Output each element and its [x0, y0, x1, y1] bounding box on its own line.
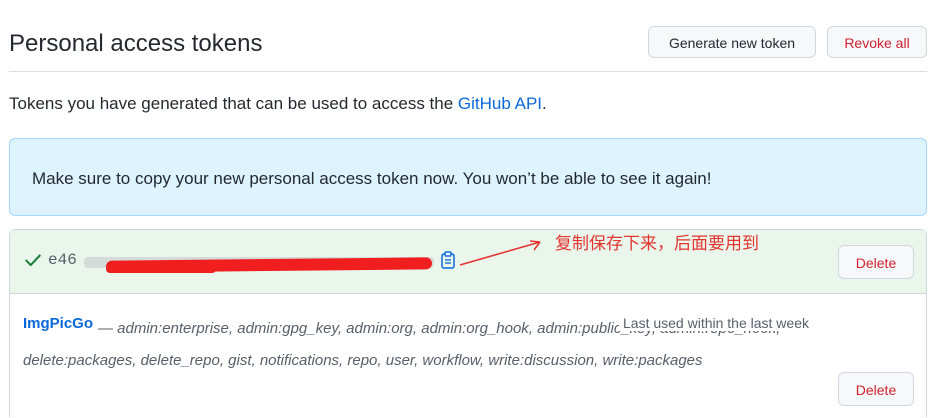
delete-token-button[interactable]: Delete [838, 372, 914, 406]
last-used-label: Last used within the last week [619, 315, 809, 331]
notice-message: Make sure to copy your new personal acce… [32, 169, 712, 188]
copy-token-notice: Make sure to copy your new personal acce… [9, 138, 927, 216]
page-description: Tokens you have generated that can be us… [9, 94, 547, 114]
delete-new-token-button[interactable]: Delete [838, 245, 914, 279]
annotation-arrow [459, 240, 541, 266]
redaction-mark [106, 265, 216, 273]
revoke-all-button[interactable]: Revoke all [827, 26, 927, 58]
description-text: Tokens you have generated that can be us… [9, 94, 458, 113]
separator: — [98, 320, 113, 337]
page-title: Personal access tokens [9, 30, 263, 57]
token-name-link[interactable]: ImgPicGo [23, 315, 93, 332]
page-header: Personal access tokens Generate new toke… [9, 24, 927, 72]
token-item: — admin:enterprise, admin:gpg_key, admin… [10, 294, 926, 418]
description-suffix: . [542, 94, 547, 113]
token-value[interactable]: e46 [48, 251, 77, 269]
check-icon [25, 254, 41, 267]
github-api-link[interactable]: GitHub API [458, 94, 542, 113]
annotation-text: 复制保存下来，后面要用到 [555, 234, 759, 254]
generate-new-token-button[interactable]: Generate new token [648, 26, 816, 58]
